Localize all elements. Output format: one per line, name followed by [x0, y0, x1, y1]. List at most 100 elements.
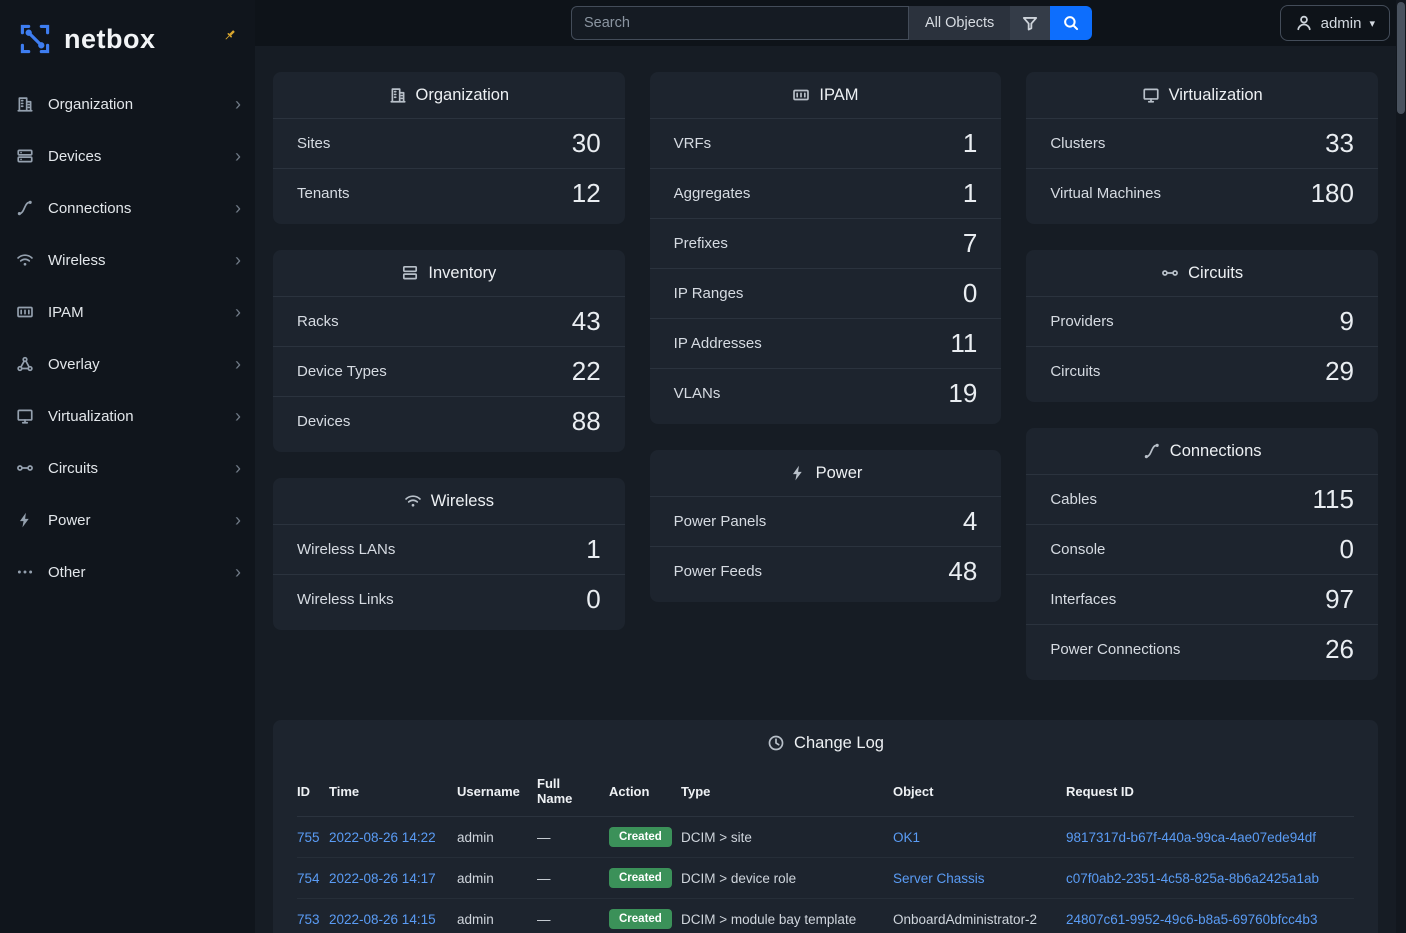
stat-row-racks[interactable]: Racks 43	[273, 296, 625, 346]
cable-icon	[16, 199, 34, 217]
stat-value: 7	[963, 228, 977, 259]
change-log-table-wrap: ID Time Username Full Name Action Type O…	[273, 766, 1378, 933]
changelog-time-link[interactable]: 2022-08-26 14:15	[329, 912, 436, 927]
wireless-card: Wireless Wireless LANs 1 Wireless Links …	[273, 478, 625, 630]
stat-value: 26	[1325, 634, 1354, 665]
card-title: Connections	[1170, 442, 1262, 461]
stat-row-wireless-lans[interactable]: Wireless LANs 1	[273, 524, 625, 574]
circuits-card: Circuits Providers 9 Circuits 29	[1026, 250, 1378, 402]
changelog-object-link[interactable]: Server Chassis	[893, 871, 985, 886]
sidebar-item-other[interactable]: Other ›	[0, 546, 255, 598]
netbox-logo[interactable]: netbox	[0, 12, 255, 78]
column-header-object: Object	[893, 766, 1066, 817]
stat-row-cables[interactable]: Cables 115	[1026, 474, 1378, 524]
cable-icon	[1143, 442, 1161, 460]
changelog-time-link[interactable]: 2022-08-26 14:22	[329, 830, 436, 845]
sidebar-item-circuits[interactable]: Circuits ›	[0, 442, 255, 494]
sidebar-item-label: Wireless	[48, 252, 106, 269]
stat-value: 0	[586, 584, 600, 615]
search-group: All Objects	[571, 6, 1092, 40]
stat-row-ip-addresses[interactable]: IP Addresses 11	[650, 318, 1002, 368]
changelog-full-name: —	[537, 858, 609, 899]
dots-horizontal-icon	[16, 563, 34, 581]
column-header-type: Type	[681, 766, 893, 817]
stat-row-vlans[interactable]: VLANs 19	[650, 368, 1002, 418]
chevron-right-icon: ›	[235, 355, 241, 373]
stat-row-prefixes[interactable]: Prefixes 7	[650, 218, 1002, 268]
stat-row-aggregates[interactable]: Aggregates 1	[650, 168, 1002, 218]
stat-value: 1	[586, 534, 600, 565]
column-header-full-name: Full Name	[537, 766, 609, 817]
column-header-username: Username	[457, 766, 537, 817]
changelog-id-link[interactable]: 755	[297, 830, 320, 845]
changelog-id-link[interactable]: 753	[297, 912, 320, 927]
card-header: Virtualization	[1026, 72, 1378, 118]
stat-row-vrfs[interactable]: VRFs 1	[650, 118, 1002, 168]
stat-row-power-feeds[interactable]: Power Feeds 48	[650, 546, 1002, 596]
stat-value: 22	[572, 356, 601, 387]
building-icon	[16, 95, 34, 113]
stat-row-interfaces[interactable]: Interfaces 97	[1026, 574, 1378, 624]
user-menu-label: admin	[1321, 15, 1362, 32]
connections-card: Connections Cables 115 Console 0 Interfa…	[1026, 428, 1378, 680]
search-input[interactable]	[571, 6, 909, 40]
changelog-request-id-link[interactable]: 24807c61-9952-49c6-b8a5-69760bfcc4b3	[1066, 912, 1317, 927]
app: netbox Organization › Devices ›	[0, 0, 1406, 933]
sidebar-item-overlay[interactable]: Overlay ›	[0, 338, 255, 390]
sidebar-item-virtualization[interactable]: Virtualization ›	[0, 390, 255, 442]
stat-value: 29	[1325, 356, 1354, 387]
stat-row-power-panels[interactable]: Power Panels 4	[650, 496, 1002, 546]
stat-row-wireless-links[interactable]: Wireless Links 0	[273, 574, 625, 624]
changelog-id-link[interactable]: 754	[297, 871, 320, 886]
stat-label: Interfaces	[1050, 591, 1116, 608]
stat-label: Clusters	[1050, 135, 1105, 152]
column-header-request-id: Request ID	[1066, 766, 1354, 817]
stat-row-clusters[interactable]: Clusters 33	[1026, 118, 1378, 168]
card-header: Connections	[1026, 428, 1378, 474]
filter-icon	[1021, 14, 1039, 32]
chevron-right-icon: ›	[235, 251, 241, 269]
change-log-table: ID Time Username Full Name Action Type O…	[297, 766, 1354, 933]
search-submit-button[interactable]	[1050, 6, 1092, 40]
netbox-logo-icon	[14, 18, 56, 60]
pin-sidebar-icon[interactable]	[222, 28, 237, 48]
counter-icon	[792, 86, 810, 104]
stat-row-power-connections[interactable]: Power Connections 26	[1026, 624, 1378, 674]
card-header: Inventory	[273, 250, 625, 296]
changelog-request-id-link[interactable]: 9817317d-b67f-440a-99ca-4ae07ede94df	[1066, 830, 1316, 845]
changelog-object-link[interactable]: OK1	[893, 830, 920, 845]
sidebar-item-devices[interactable]: Devices ›	[0, 130, 255, 182]
sidebar-item-label: Connections	[48, 200, 131, 217]
stat-row-sites[interactable]: Sites 30	[273, 118, 625, 168]
stat-row-virtual-machines[interactable]: Virtual Machines 180	[1026, 168, 1378, 218]
stat-row-ip-ranges[interactable]: IP Ranges 0	[650, 268, 1002, 318]
scrollbar-thumb[interactable]	[1397, 2, 1405, 114]
changelog-request-id-link[interactable]: c07f0ab2-2351-4c58-825a-8b6a2425a1ab	[1066, 871, 1319, 886]
stat-label: IP Ranges	[674, 285, 744, 302]
stat-row-circuits[interactable]: Circuits 29	[1026, 346, 1378, 396]
changelog-username: admin	[457, 817, 537, 858]
filter-button[interactable]	[1010, 6, 1050, 40]
stat-value: 11	[950, 328, 977, 359]
inventory-card: Inventory Racks 43 Device Types 22 Devic…	[273, 250, 625, 452]
sidebar-item-organization[interactable]: Organization ›	[0, 78, 255, 130]
stat-row-devices[interactable]: Devices 88	[273, 396, 625, 446]
stat-row-tenants[interactable]: Tenants 12	[273, 168, 625, 218]
column-header-id: ID	[297, 766, 329, 817]
stat-value: 115	[1313, 484, 1354, 515]
user-menu-button[interactable]: admin ▾	[1280, 5, 1390, 41]
stat-label: Virtual Machines	[1050, 185, 1161, 202]
sidebar-item-power[interactable]: Power ›	[0, 494, 255, 546]
table-row: 755 2022-08-26 14:22 admin — Created DCI…	[297, 817, 1354, 858]
sidebar-item-connections[interactable]: Connections ›	[0, 182, 255, 234]
lightning-icon	[16, 511, 34, 529]
column-1: Organization Sites 30 Tenants 12	[273, 72, 625, 630]
stat-row-console[interactable]: Console 0	[1026, 524, 1378, 574]
sidebar-item-wireless[interactable]: Wireless ›	[0, 234, 255, 286]
search-scope-button[interactable]: All Objects	[909, 6, 1010, 40]
stat-value: 9	[1340, 306, 1354, 337]
changelog-time-link[interactable]: 2022-08-26 14:17	[329, 871, 436, 886]
stat-row-device-types[interactable]: Device Types 22	[273, 346, 625, 396]
stat-row-providers[interactable]: Providers 9	[1026, 296, 1378, 346]
sidebar-item-ipam[interactable]: IPAM ›	[0, 286, 255, 338]
